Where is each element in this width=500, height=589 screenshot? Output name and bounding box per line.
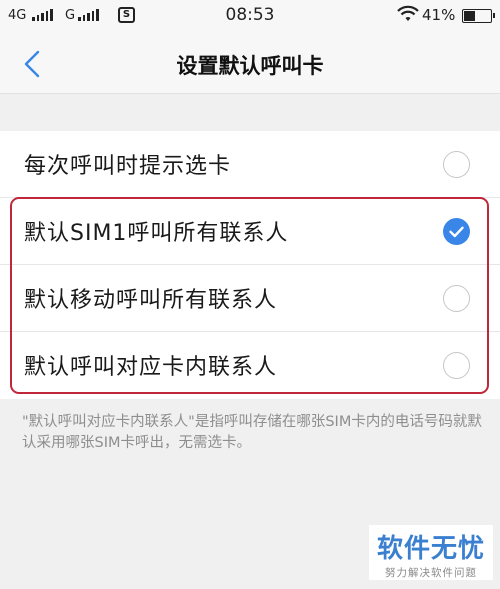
option-label: 默认SIM1呼叫所有联系人 — [24, 221, 289, 246]
option-default-matching-card[interactable]: 默认呼叫对应卡内联系人 — [0, 332, 500, 399]
battery-percentage: 41% — [422, 6, 456, 24]
option-prompt-each-call[interactable]: 每次呼叫时提示选卡 — [0, 131, 500, 198]
navigation-bar: 设置默认呼叫卡 — [0, 34, 500, 94]
radio-button-checked[interactable] — [443, 218, 470, 245]
radio-button[interactable] — [443, 352, 470, 379]
watermark-title: 软件无忧 — [376, 534, 485, 564]
watermark-subtitle: 努力解决软件问题 — [385, 567, 477, 579]
default-call-card-options: 每次呼叫时提示选卡 默认SIM1呼叫所有联系人 默认移动呼叫所有联系人 默认呼叫… — [0, 131, 500, 399]
option-default-mobile[interactable]: 默认移动呼叫所有联系人 — [0, 265, 500, 332]
option-label: 每次呼叫时提示选卡 — [24, 154, 232, 179]
status-bar: 4G G S 08:53 41% — [0, 0, 500, 34]
checkmark-icon — [449, 226, 464, 238]
wifi-icon — [397, 5, 419, 27]
option-label: 默认移动呼叫所有联系人 — [24, 288, 278, 313]
battery-icon — [462, 9, 495, 23]
page-title: 设置默认呼叫卡 — [176, 54, 324, 78]
explanation-text: "默认呼叫对应卡内联系人"是指呼叫存储在哪张SIM卡内的电话号码就默认采用哪张S… — [22, 414, 482, 451]
option-default-sim1[interactable]: 默认SIM1呼叫所有联系人 — [0, 198, 500, 265]
battery-fill — [464, 11, 476, 21]
radio-button[interactable] — [443, 151, 470, 178]
watermark-logo: 软件无忧 努力解决软件问题 — [369, 525, 493, 580]
radio-button[interactable] — [443, 285, 470, 312]
option-label: 默认呼叫对应卡内联系人 — [24, 355, 278, 380]
